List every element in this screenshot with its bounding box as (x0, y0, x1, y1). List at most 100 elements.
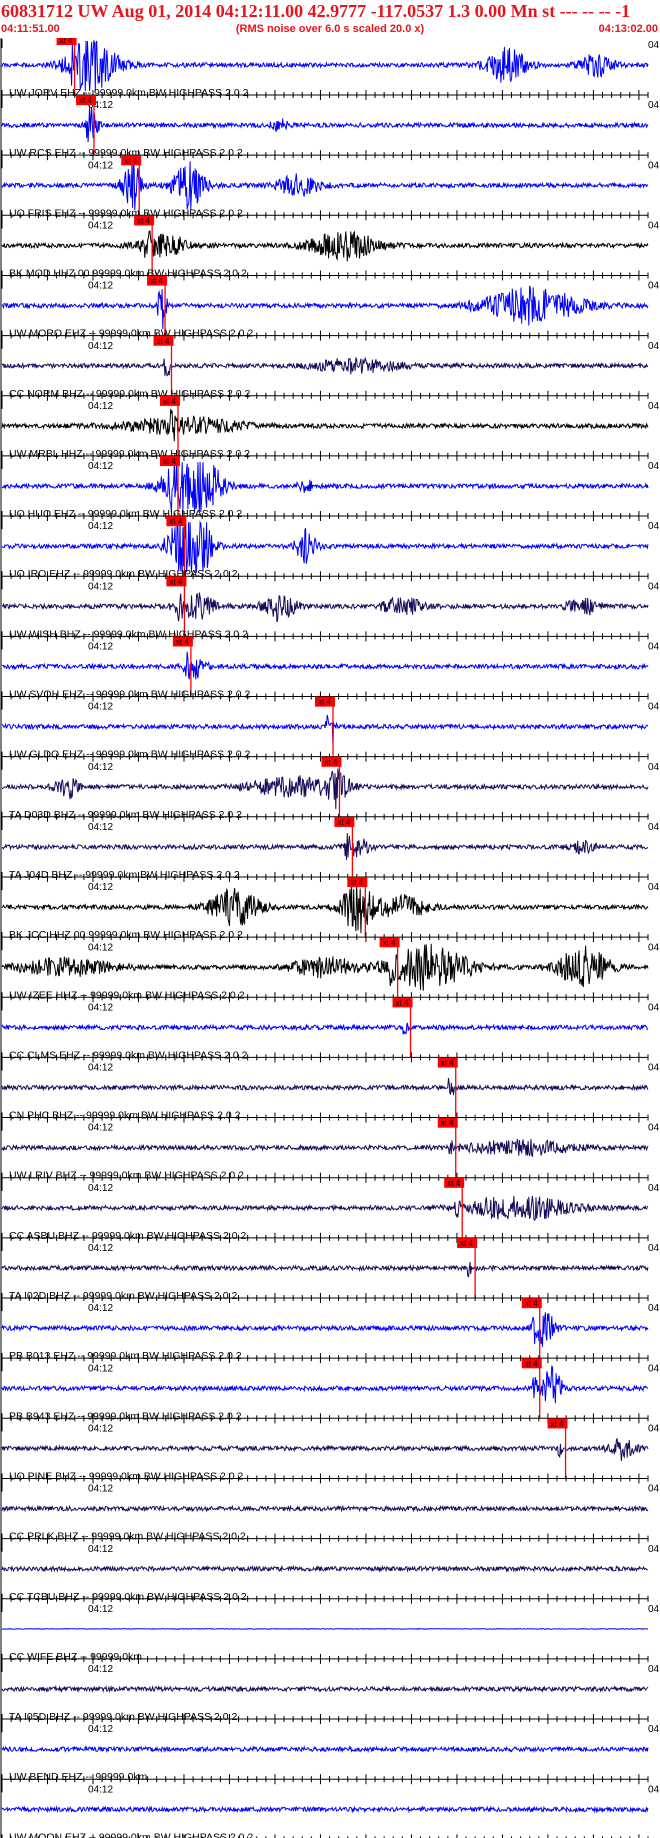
right-time-label: 04 (648, 160, 660, 171)
waveform-trace (1, 1195, 649, 1222)
right-time-label: 04 (648, 762, 660, 773)
station-label: CC WIFE BHZ -- 99999.0km (9, 1651, 142, 1663)
pick-label: xt 4 (324, 758, 337, 767)
right-time-label: 04 (648, 1363, 660, 1374)
pick-label: xt 4 (60, 38, 73, 45)
pick-label: xt 4 (396, 998, 409, 1007)
waveform-trace (1, 1077, 649, 1096)
station-label: UW GLDO EHZ -- 99999.0km BW HIGHPASS 2.0… (9, 749, 251, 761)
seismogram-panel: 04xt 4UW JORV EHZ -- 99999.0km BW HIGHPA… (0, 38, 660, 1838)
waveform-trace (1, 1022, 649, 1035)
station-label: TA D03D BHZ -- 99999.0km BW HIGHPASS 2.0… (9, 809, 242, 821)
station-label: BK JCC HHZ 00 99999.0km BW HIGHPASS 2.0 … (9, 929, 243, 941)
pick-label: xt 4 (525, 1299, 538, 1308)
right-time-label: 04 (648, 1784, 660, 1795)
right-time-label: 04 (648, 1063, 660, 1074)
event-title: 60831712 UW Aug 01, 2014 04:12:11.00 42.… (1, 1, 631, 21)
pick-label: xt 4 (169, 577, 182, 586)
pick-label: xt 4 (525, 1359, 538, 1368)
pick-label: xt 4 (441, 1119, 454, 1128)
pick-label: xt 4 (447, 1179, 460, 1188)
minute-tick-label: 04:12 (88, 581, 113, 592)
pick-label: xt 4 (124, 156, 137, 165)
station-label: TA I02D BHZ -- 99999.0km BW HIGHPASS 2.0… (9, 1290, 238, 1302)
waveform-trace (1, 285, 649, 330)
station-label: CC NORM BHZ -- 99999.0km BW HIGHPASS 2.0… (9, 388, 251, 400)
minute-tick-label: 04:12 (88, 1423, 113, 1434)
station-label: PB B013 EHZ -- 99999.0km BW HIGHPASS 2.0… (9, 1350, 242, 1362)
minute-tick-label: 04:12 (88, 1784, 113, 1795)
pick-label: xt 4 (460, 1239, 473, 1248)
waveform-trace (1, 39, 649, 92)
station-label: UW MRBL HHZ -- 99999.0km BW HIGHPASS 2.0… (9, 448, 250, 460)
waveform-trace (1, 1262, 649, 1278)
station-label: TA J04D BHZ -- 99999.0km BW HIGHPASS 2.0… (9, 869, 240, 881)
station-label: UW IZEE HHZ -- 99999.0km BW HIGHPASS 2.0… (9, 989, 245, 1001)
station-label: CC CLMS EHZ -- 99999.0km BW HIGHPASS 2.0… (9, 1049, 248, 1061)
right-time-label: 04 (648, 341, 660, 352)
scaling-note: (RMS noise over 6.0 s scaled 20.0 x) (235, 23, 425, 35)
right-time-label: 04 (648, 702, 660, 713)
minute-tick-label: 04:12 (88, 1002, 113, 1013)
station-label: UW WISH BHZ -- 99999.0km BW HIGHPASS 2.0… (9, 628, 248, 640)
right-time-label: 04 (648, 1303, 660, 1314)
right-time-label: 04 (648, 100, 660, 111)
minute-tick-label: 04:12 (88, 521, 113, 532)
station-label: UO FRIS EHZ -- 99999.0km BW HIGHPASS 2.0… (9, 207, 243, 219)
pick-label: xt 4 (441, 1059, 454, 1068)
pick-label: xt 4 (318, 698, 331, 707)
waveform-trace (1, 1745, 649, 1754)
minute-tick-label: 04:12 (88, 1183, 113, 1194)
station-label: CC TCBU BHZ -- 99999.0km BW HIGHPASS 2.0… (9, 1591, 247, 1603)
station-label: UO PINE BHZ -- 99999.0km BW HIGHPASS 2.0… (9, 1470, 244, 1482)
waveform-trace (1, 768, 649, 810)
pick-label: xt 4 (79, 96, 92, 105)
minute-tick-label: 04:12 (88, 942, 113, 953)
right-time-label: 04 (648, 822, 660, 833)
minute-tick-label: 04:12 (88, 1063, 113, 1074)
minute-tick-label: 04:12 (88, 1724, 113, 1735)
pick-label: xt 4 (163, 397, 176, 406)
right-time-label: 04 (648, 1123, 660, 1134)
station-label: BK MOD HHZ 00 99999.0km BW HIGHPASS 2.0 … (9, 267, 247, 279)
right-time-label: 04 (648, 521, 660, 532)
minute-tick-label: 04:12 (88, 1484, 113, 1495)
waveform-trace (1, 408, 649, 442)
pick-label: xt 4 (157, 337, 170, 346)
right-time-label: 04 (648, 220, 660, 231)
pick-label: xt 4 (337, 818, 350, 827)
minute-tick-label: 04:12 (88, 822, 113, 833)
right-time-label: 04 (648, 1243, 660, 1254)
right-time-label: 04 (648, 1484, 660, 1495)
right-time-label: 04 (648, 1002, 660, 1013)
end-time: 04:13:02.00 (598, 23, 658, 35)
waveform-trace (1, 1564, 649, 1573)
right-time-label: 04 (648, 401, 660, 412)
minute-tick-label: 04:12 (88, 702, 113, 713)
right-time-label: 04 (648, 281, 660, 292)
waveform-trace (1, 592, 649, 623)
right-time-label: 04 (648, 942, 660, 953)
right-time-label: 04 (648, 642, 660, 653)
minute-tick-label: 04:12 (88, 642, 113, 653)
right-time-label: 04 (648, 1183, 660, 1194)
waveform-trace (1, 1504, 649, 1513)
minute-tick-label: 04:12 (88, 1243, 113, 1254)
minute-tick-label: 04:12 (88, 1544, 113, 1555)
pick-label: xt 4 (350, 878, 363, 887)
waveform-trace (1, 1437, 649, 1462)
waveform-trace (1, 1805, 649, 1814)
station-label: CN PHC BHZ -- 99999.0km BW HIGHPASS 2.0 … (9, 1110, 241, 1122)
waveform-trace (1, 714, 649, 744)
waveform-trace (1, 1627, 649, 1630)
minute-tick-label: 04:12 (88, 882, 113, 893)
pick-label: xt 4 (176, 638, 189, 647)
pick-label: xt 4 (137, 216, 150, 225)
minute-tick-label: 04:12 (88, 1664, 113, 1675)
waveform-trace (1, 230, 649, 262)
minute-tick-label: 04:12 (88, 220, 113, 231)
station-label: UW MOON EHZ -- 99999.0km BW HIGHPASS 2.0… (9, 1831, 253, 1838)
minute-tick-label: 04:12 (88, 160, 113, 171)
pick-label: xt 4 (383, 938, 396, 947)
minute-tick-label: 04:12 (88, 1123, 113, 1134)
